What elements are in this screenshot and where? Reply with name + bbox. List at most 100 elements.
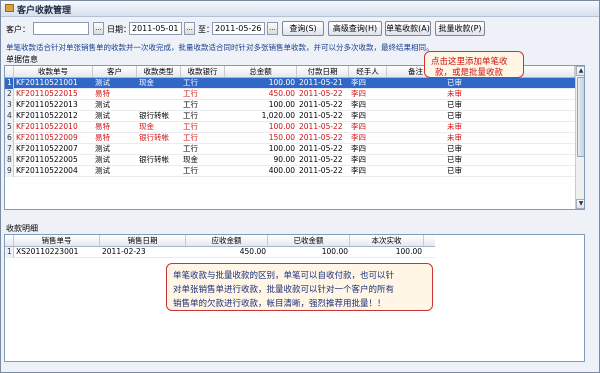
main-window: 客户收款管理 客户： ... 日期： 2011-05-01 ... 至： 201… (0, 0, 600, 373)
date-to-input[interactable]: 2011-05-26 (212, 22, 265, 35)
receipt-row[interactable]: 2 KF20110522015 易特 工行 450.00 2011-05-22 李四 未审 (5, 89, 575, 100)
receipt-grid-scrollbar[interactable]: ▲ ▼ (575, 66, 584, 209)
cell-handler: 李四 (351, 78, 366, 87)
advanced-query-button[interactable]: 高级查询(H) (328, 21, 382, 36)
receipt-row[interactable]: 7 KF20110522007 测试 工行 100.00 2011-05-22 李四 已审 (5, 144, 575, 155)
filter-toolbar: 客户： ... 日期： 2011-05-01 ... 至： 2011-05-26… (1, 18, 599, 40)
cell-customer: 测试 (95, 111, 110, 120)
detail-col-header-this-time[interactable]: 本次实收 (350, 235, 424, 246)
callout-top-line2: 款，或是批量收款 (435, 68, 504, 78)
cell-status: 已审 (447, 78, 462, 87)
row-number: 2 (5, 89, 14, 100)
row-number: 5 (5, 122, 14, 133)
cell-amount: 100.00 (268, 78, 295, 87)
cell-customer: 测试 (95, 155, 110, 164)
cell-handler: 李四 (351, 122, 366, 131)
app-icon (5, 4, 14, 12)
cell-customer: 测试 (95, 144, 110, 153)
cell-customer: 易特 (95, 89, 110, 98)
difference-callout: 单笔收款与批量收款的区别，单笔可以自收付款，也可以针 对单张销售单进行收款，批量… (166, 263, 433, 311)
cell-bank: 工行 (183, 144, 198, 153)
detail-col-header-sale-date[interactable]: 销售日期 (100, 235, 186, 246)
cell-status: 已审 (447, 166, 462, 175)
scroll-down-arrow-icon[interactable]: ▼ (576, 199, 584, 209)
col-header-pay-date[interactable]: 付款日期 (297, 66, 349, 77)
cell-amount: 400.00 (268, 166, 295, 175)
cell-receipt-no: KF20110522009 (16, 133, 78, 142)
cell-due: 450.00 (239, 247, 266, 256)
cell-note (387, 166, 445, 177)
add-receipt-callout: 点击这里添加单笔收 款，或是批量收款 (424, 51, 524, 78)
row-number: 1 (5, 247, 14, 258)
query-button[interactable]: 查询(S) (282, 21, 324, 36)
receipt-row[interactable]: 8 KF20110522005 测试 银行转帐 现金 90.00 2011-05-22 李四 已… (5, 155, 575, 166)
cell-customer: 易特 (95, 133, 110, 142)
date-from-input[interactable]: 2011-05-01 (129, 22, 182, 35)
cell-receipt-type: 现金 (139, 78, 154, 87)
cell-status: 未审 (447, 133, 462, 142)
col-header-bank[interactable]: 收款银行 (181, 66, 225, 77)
row-number: 4 (5, 111, 14, 122)
cell-received: 100.00 (321, 247, 348, 256)
detail-col-header-received[interactable]: 已收金额 (268, 235, 350, 246)
customer-browse-button[interactable]: ... (93, 22, 104, 35)
detail-col-header-due[interactable]: 应收金额 (186, 235, 268, 246)
detail-row[interactable]: 1 XS20110223001 2011-02-23 450.00 100.00 100.… (5, 247, 435, 258)
customer-input[interactable] (33, 22, 89, 35)
col-header-customer[interactable]: 客户 (93, 66, 137, 77)
receipt-row[interactable]: 3 KF20110522013 测试 工行 100.00 2011-05-22 李四 已审 (5, 100, 575, 111)
cell-receipt-no: KF20110522015 (16, 89, 78, 98)
cell-status: 已审 (447, 100, 462, 109)
scroll-thumb[interactable] (577, 77, 584, 157)
detail-col-header-rownum (5, 235, 14, 246)
cell-pay-date: 2011-05-22 (299, 133, 343, 142)
scroll-up-arrow-icon[interactable]: ▲ (576, 66, 584, 76)
detail-grid-header: 销售单号 销售日期 应收金额 已收金额 本次实收 (5, 235, 435, 247)
receipt-row[interactable]: 4 KF20110522012 测试 银行转帐 工行 1,020.00 2011-05-22… (5, 111, 575, 122)
cell-pay-date: 2011-05-22 (299, 166, 343, 175)
cell-receipt-type: 银行转帐 (139, 155, 169, 164)
cell-bank: 工行 (183, 111, 198, 120)
batch-receipt-button[interactable]: 批量收款(P) (435, 21, 485, 36)
receipt-row[interactable]: 1 KF20110521001 测试 现金 工行 100.00 2011-05-21 李四 已审 (5, 78, 575, 89)
receipt-row[interactable]: 9 KF20110522004 测试 工行 400.00 2011-05-22 李四 已审 (5, 166, 575, 177)
cell-handler: 李四 (351, 100, 366, 109)
single-receipt-button[interactable]: 单笔收款(A) (385, 21, 431, 36)
cell-note (387, 144, 445, 155)
cell-this-time[interactable]: 100.00 (350, 247, 424, 258)
date-label: 日期： (107, 25, 131, 34)
cell-customer: 测试 (95, 78, 110, 87)
cell-pay-date: 2011-05-21 (299, 78, 343, 87)
cell-pay-date: 2011-05-22 (299, 155, 343, 164)
receipt-row[interactable]: 6 KF20110522009 易特 银行转帐 工行 150.00 2011-05-22 李四… (5, 133, 575, 144)
col-header-receipt-no[interactable]: 收款单号 (14, 66, 93, 77)
title-bar: 客户收款管理 (1, 1, 599, 17)
cell-note (387, 133, 445, 144)
cell-amount: 90.00 (273, 155, 295, 164)
date-from-picker-button[interactable]: ... (184, 22, 195, 35)
cell-handler: 李四 (351, 111, 366, 120)
cell-pay-date: 2011-05-22 (299, 100, 343, 109)
cell-handler: 李四 (351, 89, 366, 98)
cell-pay-date: 2011-05-22 (299, 111, 343, 120)
cell-bank: 工行 (183, 166, 198, 175)
cell-handler: 李四 (351, 133, 366, 142)
cell-receipt-no: KF20110522013 (16, 100, 78, 109)
cell-pay-date: 2011-05-22 (299, 144, 343, 153)
detail-col-header-sale-no[interactable]: 销售单号 (14, 235, 100, 246)
receipt-row[interactable]: 5 KF20110522010 易特 现金 工行 100.00 2011-05-22 李四 未审 (5, 122, 575, 133)
cell-bank: 工行 (183, 100, 198, 109)
cell-status: 已审 (447, 111, 462, 120)
cell-receipt-type (137, 100, 181, 111)
bottom-section-title: 收款明细 (6, 224, 38, 233)
date-to-picker-button[interactable]: ... (267, 22, 278, 35)
cell-pay-date: 2011-05-22 (299, 122, 343, 131)
col-header-handler[interactable]: 经手人 (349, 66, 387, 77)
col-header-receipt-type[interactable]: 收款类型 (137, 66, 181, 77)
col-header-amount[interactable]: 总金额 (225, 66, 297, 77)
cell-customer: 测试 (95, 100, 110, 109)
cell-receipt-no: KF20110522005 (16, 155, 78, 164)
row-number: 9 (5, 166, 14, 177)
cell-bank: 工行 (183, 78, 198, 87)
cell-bank: 现金 (183, 155, 198, 164)
